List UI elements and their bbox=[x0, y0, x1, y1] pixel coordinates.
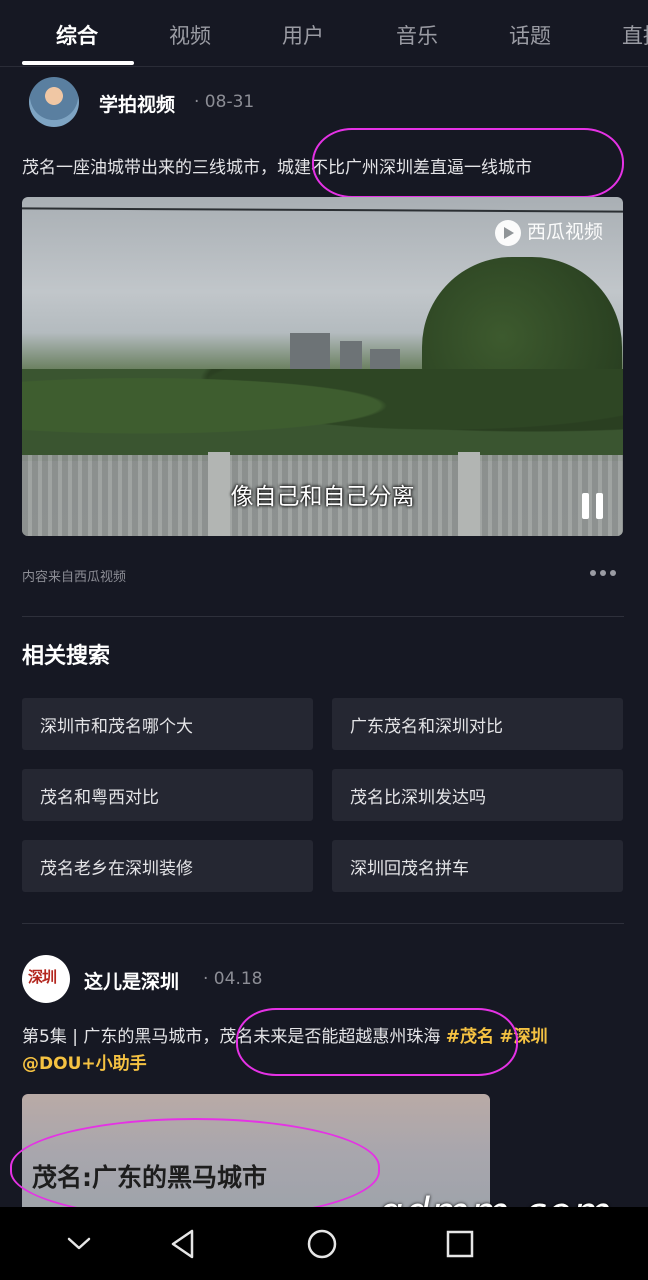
power-line bbox=[22, 207, 623, 213]
tab-topics[interactable]: 话题 bbox=[509, 20, 551, 50]
caption-part: 茂名一座油城带出来的三线城市， bbox=[22, 158, 277, 178]
watermark-text: 西瓜视频 bbox=[526, 221, 603, 243]
video-player[interactable]: 西瓜视频 像自己和自己分离 bbox=[22, 197, 623, 536]
xigua-logo-icon bbox=[494, 219, 521, 246]
related-search-item[interactable]: 深圳市和茂名哪个大 bbox=[22, 698, 313, 750]
avatar[interactable]: 深圳 bbox=[22, 955, 70, 1003]
related-search-label: 深圳回茂名拼车 bbox=[350, 859, 469, 879]
trees bbox=[22, 369, 623, 461]
thumbnail-title: 茂名:广东的黑马城市 bbox=[32, 1163, 267, 1192]
tab-users[interactable]: 用户 bbox=[282, 20, 324, 50]
related-search-label: 茂名老乡在深圳装修 bbox=[40, 859, 193, 879]
chevron-down-icon[interactable] bbox=[56, 1221, 102, 1267]
caption-highlight: 城建不比广州深圳差直逼一线城市 bbox=[277, 158, 532, 178]
related-search-label: 广东茂名和深圳对比 bbox=[350, 717, 503, 737]
related-search-item[interactable]: 深圳回茂名拼车 bbox=[332, 840, 623, 892]
post-author[interactable]: 学拍视频 bbox=[99, 90, 175, 117]
tab-video[interactable]: 视频 bbox=[169, 20, 211, 50]
caption-highlight: 茂名未来是否能超越惠州珠海 bbox=[219, 1027, 441, 1047]
back-triangle-icon[interactable] bbox=[161, 1221, 207, 1267]
recents-square-icon[interactable] bbox=[437, 1221, 483, 1267]
tab-all[interactable]: 综合 bbox=[56, 20, 98, 50]
avatar-logo-text: 深圳 bbox=[28, 968, 57, 986]
system-navigation-bar bbox=[0, 1207, 648, 1280]
related-search-title: 相关搜索 bbox=[22, 644, 111, 669]
related-search-item[interactable]: 茂名老乡在深圳装修 bbox=[22, 840, 313, 892]
hashtag[interactable]: #茂名 bbox=[446, 1027, 494, 1047]
related-search-label: 深圳市和茂名哪个大 bbox=[40, 717, 193, 737]
post-date: · 08-31 bbox=[194, 92, 255, 112]
post-caption[interactable]: 第5集 | 广东的黑马城市，茂名未来是否能超越惠州珠海 #茂名 #深圳 @DOU… bbox=[22, 1024, 626, 1078]
divider bbox=[22, 616, 624, 617]
home-circle-icon[interactable] bbox=[299, 1221, 345, 1267]
related-search-item[interactable]: 茂名比深圳发达吗 bbox=[332, 769, 623, 821]
hashtag[interactable]: #深圳 bbox=[499, 1027, 547, 1047]
video-subtitle: 像自己和自己分离 bbox=[230, 484, 415, 510]
avatar[interactable] bbox=[29, 77, 79, 127]
post-author[interactable]: 这儿是深圳 bbox=[84, 967, 179, 994]
related-search-item[interactable]: 广东茂名和深圳对比 bbox=[332, 698, 623, 750]
mention[interactable]: @DOU+小助手 bbox=[22, 1054, 147, 1074]
related-search-item[interactable]: 茂名和粤西对比 bbox=[22, 769, 313, 821]
related-search-label: 茂名比深圳发达吗 bbox=[350, 788, 486, 808]
post-date: · 04.18 bbox=[203, 969, 263, 989]
active-tab-indicator bbox=[22, 61, 134, 65]
caption-part: 第5集 | 广东的黑马城市， bbox=[22, 1027, 220, 1047]
more-options-icon[interactable] bbox=[590, 570, 620, 578]
pause-icon[interactable] bbox=[582, 493, 608, 519]
tab-bar: 综合 视频 用户 音乐 话题 直播 bbox=[0, 0, 648, 67]
tab-live[interactable]: 直播 bbox=[622, 20, 648, 50]
tab-music[interactable]: 音乐 bbox=[396, 20, 438, 50]
post-caption[interactable]: 茂名一座油城带出来的三线城市，城建不比广州深圳差直逼一线城市 bbox=[22, 154, 626, 182]
related-search-label: 茂名和粤西对比 bbox=[40, 788, 159, 808]
divider bbox=[22, 923, 624, 924]
video-watermark: 西瓜视频 bbox=[494, 217, 603, 246]
content-source: 内容来自西瓜视频 bbox=[22, 570, 127, 585]
